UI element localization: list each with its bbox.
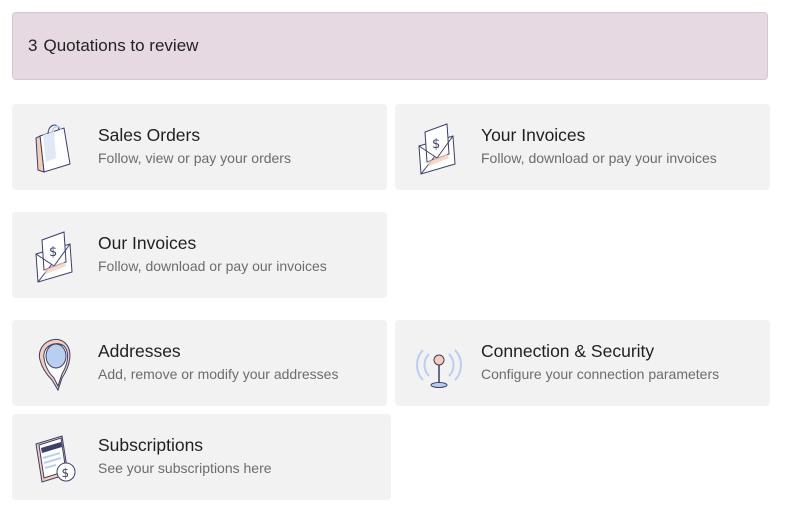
your-invoices-card[interactable]: $ Your Invoices Follow, download or pay … xyxy=(395,104,770,190)
shopping-bag-icon xyxy=(30,118,80,176)
card-description: See your subscriptions here xyxy=(98,460,272,476)
card-description: Follow, view or pay your orders xyxy=(98,150,291,166)
svg-text:$: $ xyxy=(49,245,57,260)
card-description: Follow, download or pay our invoices xyxy=(98,258,327,274)
addresses-card[interactable]: Addresses Add, remove or modify your add… xyxy=(12,320,387,406)
quotations-alert[interactable]: 3 Quotations to review xyxy=(12,12,768,80)
card-description: Configure your connection parameters xyxy=(481,366,720,382)
map-pin-icon xyxy=(30,334,80,392)
subscriptions-card[interactable]: $ Subscriptions See your subscriptions h… xyxy=(12,414,391,500)
quotations-count: 3 xyxy=(28,36,38,55)
card-description: Follow, download or pay your invoices xyxy=(481,150,717,166)
antenna-icon xyxy=(413,334,463,392)
card-title: Our Invoices xyxy=(98,233,197,253)
card-title: Sales Orders xyxy=(98,125,201,145)
card-title: Addresses xyxy=(98,341,181,361)
sales-orders-card[interactable]: Sales Orders Follow, view or pay your or… xyxy=(12,104,387,190)
card-title: Connection & Security xyxy=(481,341,655,361)
subscription-document-icon: $ xyxy=(30,428,80,486)
quotations-label: Quotations to review xyxy=(43,36,199,55)
card-description: Add, remove or modify your addresses xyxy=(98,366,339,382)
card-title: Subscriptions xyxy=(98,435,204,455)
svg-text:$: $ xyxy=(62,466,70,480)
invoice-envelope-icon: $ xyxy=(30,226,80,284)
invoice-envelope-icon: $ xyxy=(413,118,463,176)
connection-security-card[interactable]: Connection & Security Configure your con… xyxy=(395,320,770,406)
card-title: Your Invoices xyxy=(481,125,586,145)
svg-text:$: $ xyxy=(432,137,440,152)
our-invoices-card[interactable]: $ Our Invoices Follow, download or pay o… xyxy=(12,212,387,298)
